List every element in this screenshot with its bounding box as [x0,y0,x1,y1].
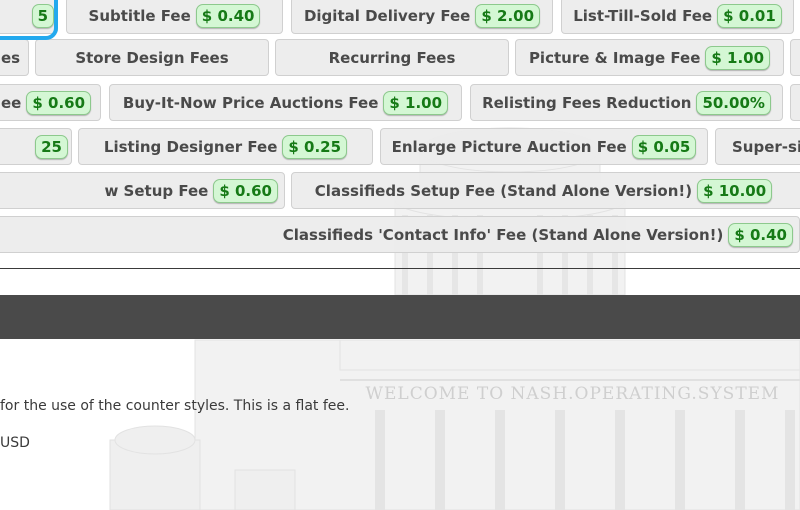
price-badge: $ 0.60 [26,90,92,115]
tab-partial-row3[interactable]: ee $ 0.60 [0,84,101,121]
tab-label: Recurring Fees [328,48,456,67]
tab-store-design-fees[interactable]: Store Design Fees [35,39,269,76]
tab-picture-image-fee[interactable]: Picture & Image Fee $ 1.00 [515,39,784,76]
watermark-caption: WELCOME TO NASH.OPERATING.SYSTEM [365,384,780,404]
price-badge: $ 0.60 [213,178,278,203]
tab-preview-setup-fee[interactable]: w Setup Fee $ 0.60 [0,172,285,209]
selected-tab-outline [0,0,58,40]
tab-label: Listing Designer Fee [103,137,278,156]
tab-label: Store Design Fees [75,48,229,67]
price-badge: $ 0.40 [195,3,261,28]
tab-label: Super-si [732,137,800,156]
tab-label: Classifieds 'Contact Info' Fee (Stand Al… [282,225,724,244]
tab-listing-designer-fee[interactable]: Listing Designer Fee $ 0.25 [78,128,373,165]
tab-list-till-sold-fee[interactable]: List-Till-Sold Fee $ 0.01 [561,0,794,34]
fee-price-value: USD [0,435,30,451]
price-badge: $ 0.25 [282,134,348,159]
price-badge: 25 [35,134,68,159]
tab-classifieds-contact-info-fee[interactable]: Classifieds 'Contact Info' Fee (Stand Al… [0,216,800,253]
tab-digital-delivery-fee[interactable]: Digital Delivery Fee $ 2.00 [291,0,553,34]
tab-partial-row2-end[interactable] [790,39,800,76]
price-badge: $ 0.05 [631,134,697,159]
tab-label: ee [1,93,22,112]
price-badge: $ 0.01 [717,3,782,28]
tab-label: Relisting Fees Reduction [482,93,692,112]
tab-label: Classifieds Setup Fee (Stand Alone Versi… [314,181,693,200]
tab-recurring-fees[interactable]: Recurring Fees [275,39,509,76]
tab-label: Enlarge Picture Auction Fee [391,137,627,156]
tab-partial-row3-end[interactable] [790,84,800,121]
tab-label: Buy-It-Now Price Auctions Fee [122,93,379,112]
tab-classifieds-setup-fee[interactable]: Classifieds Setup Fee (Stand Alone Versi… [291,172,800,209]
fee-description: for the use of the counter styles. This … [0,398,350,414]
tab-relisting-fees-reduction[interactable]: Relisting Fees Reduction 50.00% [470,84,783,121]
tab-subtitle-fee[interactable]: Subtitle Fee $ 0.40 [66,0,283,34]
price-badge: $ 10.00 [697,178,773,203]
tab-partial-row2[interactable]: es [0,39,29,76]
fee-tabs: 5 Subtitle Fee $ 0.40 Digital Delivery F… [0,0,800,258]
price-badge: $ 0.40 [728,222,793,247]
tab-label: Picture & Image Fee [528,48,701,67]
price-badge: $ 1.00 [705,45,771,70]
tab-partial-row4[interactable]: 25 [0,128,72,165]
price-badge: 50.00% [696,90,771,115]
tab-label: w Setup Fee [104,181,209,200]
section-header-bar [0,295,800,339]
section-divider [0,268,800,269]
tab-label: List-Till-Sold Fee [573,6,713,25]
price-badge: $ 2.00 [475,3,541,28]
price-badge: $ 1.00 [383,90,449,115]
tab-label: es [1,48,21,67]
tab-label: Digital Delivery Fee [303,6,471,25]
tab-label: Subtitle Fee [88,6,191,25]
tab-buy-it-now-fee[interactable]: Buy-It-Now Price Auctions Fee $ 1.00 [109,84,462,121]
tab-enlarge-picture-fee[interactable]: Enlarge Picture Auction Fee $ 0.05 [380,128,708,165]
tab-super-size[interactable]: Super-si [715,128,800,165]
